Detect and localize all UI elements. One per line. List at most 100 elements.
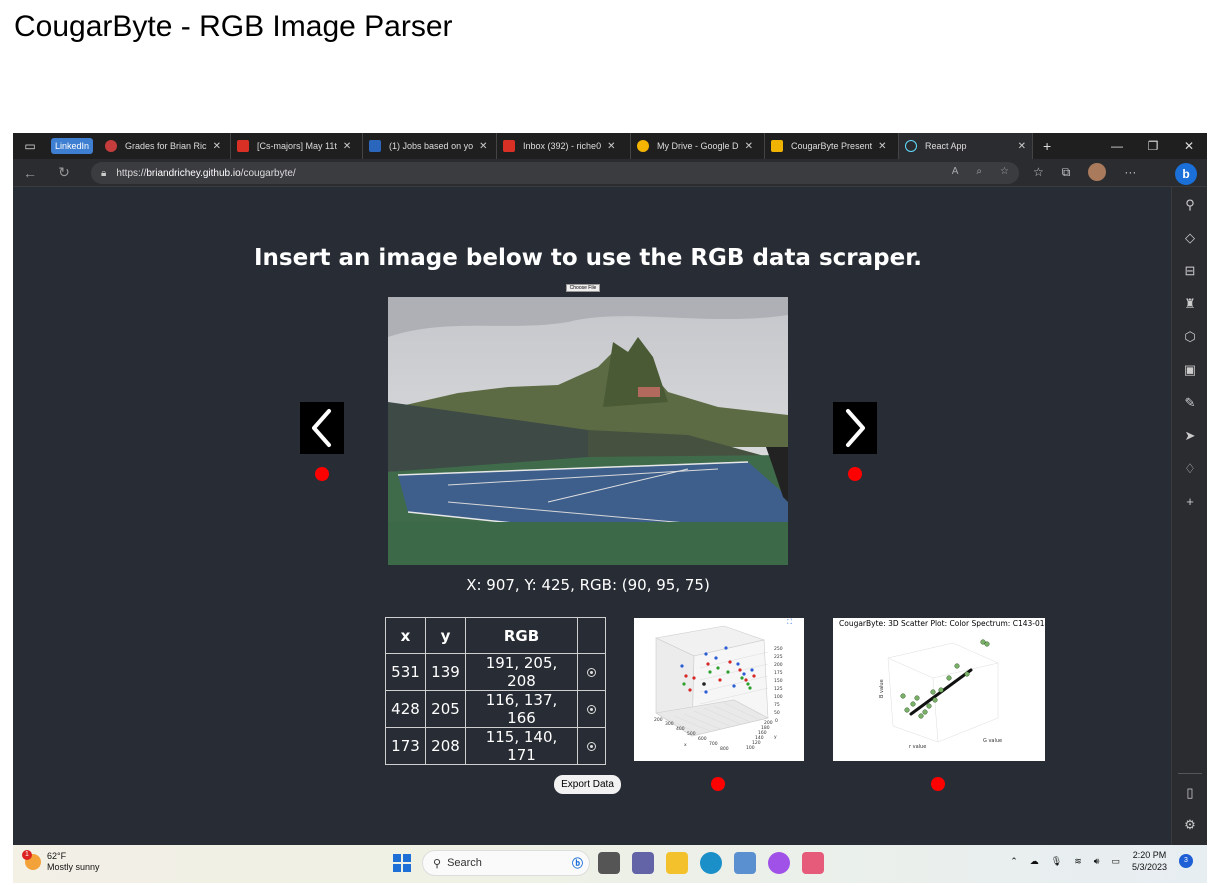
taskbar-apps	[598, 852, 824, 874]
tab-inbox[interactable]: Inbox (392) - riche0 ✕	[497, 133, 632, 159]
y-axis-label: y	[774, 735, 777, 740]
settings-gear-icon[interactable]: ⚙	[1172, 817, 1208, 833]
url-prefix: https://	[116, 167, 147, 179]
tab-label: React App	[925, 141, 967, 151]
slide-title: CougarByte - RGB Image Parser	[14, 10, 453, 43]
tab-label: Grades for Brian Ric	[125, 141, 207, 151]
tab-google-drive[interactable]: My Drive - Google D ✕	[631, 133, 766, 159]
tools-icon[interactable]: ⊟	[1172, 263, 1208, 279]
x-tick: 600	[698, 736, 707, 742]
close-icon[interactable]: ✕	[607, 141, 615, 152]
teams-icon[interactable]	[632, 852, 654, 874]
cell-x: 428	[385, 690, 426, 728]
clock[interactable]: 2:20 PM 5/3/2023	[1132, 849, 1167, 873]
tab-react-app[interactable]: React App ✕	[899, 133, 1034, 159]
red-dot-marker	[711, 777, 725, 791]
snipping-tool-icon[interactable]	[802, 852, 824, 874]
bing-chat-icon[interactable]: b	[1175, 163, 1197, 185]
add-icon[interactable]: +	[1172, 494, 1208, 509]
refresh-icon[interactable]: ↻	[47, 164, 81, 181]
wifi-icon[interactable]: ≋	[1074, 856, 1082, 867]
new-tab-icon[interactable]: +	[1033, 138, 1061, 154]
page-content: Insert an image below to use the RGB dat…	[13, 187, 1171, 845]
close-icon[interactable]: ✕	[878, 141, 886, 152]
restore-icon[interactable]: ❐	[1135, 139, 1171, 153]
microphone-icon[interactable]: 🎙︎	[1051, 856, 1062, 867]
back-arrow-icon[interactable]: ←	[13, 165, 47, 181]
shopping-tag-icon[interactable]: ◇	[1172, 230, 1208, 246]
choose-file-button[interactable]: Choose File	[566, 284, 600, 292]
url-text: https://briandrichey.github.io/cougarbyt…	[116, 168, 295, 179]
games-icon[interactable]: ♜	[1172, 296, 1208, 312]
google-drive-icon	[637, 140, 650, 152]
cell-y: 205	[425, 690, 466, 728]
tab-label: Inbox (392) - riche0	[523, 141, 602, 151]
windows-taskbar: 1 62°F Mostly sunny ⚲ Search ⓑ ⌃ ☁ 🎙︎ ≋ …	[13, 845, 1207, 883]
tab-jobs[interactable]: (1) Jobs based on yo ✕	[363, 133, 498, 159]
next-image-button[interactable]	[833, 402, 877, 454]
close-icon[interactable]: ✕	[343, 141, 351, 152]
url-action-icons: A ⌕ ☆	[952, 166, 1009, 177]
read-aloud-icon[interactable]: A	[952, 166, 959, 177]
export-data-button[interactable]: Export Data	[554, 775, 621, 794]
chevron-up-icon[interactable]: ⌃	[1010, 856, 1018, 867]
close-icon[interactable]: ✕	[745, 141, 753, 152]
volume-icon[interactable]: 🔊︎	[1094, 856, 1100, 867]
send-icon[interactable]: ➤	[1172, 428, 1208, 444]
favorites-icon[interactable]: ☆	[1033, 165, 1044, 179]
file-explorer-icon[interactable]	[666, 852, 688, 874]
url-field[interactable]: 🔒︎ https://briandrichey.github.io/cougar…	[91, 162, 1019, 184]
close-window-icon[interactable]: ✕	[1171, 139, 1207, 153]
office-icon[interactable]: ✎	[1172, 395, 1208, 411]
remove-row-icon[interactable]	[587, 668, 596, 677]
tab-grades[interactable]: Grades for Brian Ric ✕	[99, 133, 232, 159]
task-view-icon[interactable]	[598, 852, 620, 874]
favorite-add-icon[interactable]: ☆	[1000, 166, 1009, 177]
tennis-court-photo[interactable]	[388, 297, 788, 565]
edge-icon[interactable]	[700, 852, 722, 874]
bing-icon: ⓑ	[572, 858, 583, 870]
windows-start-icon[interactable]	[393, 854, 411, 872]
expand-icon[interactable]: ⛶	[787, 619, 792, 627]
close-icon[interactable]: ✕	[213, 141, 221, 152]
previous-image-button[interactable]	[300, 402, 344, 454]
z-axis-label: B value	[879, 679, 885, 698]
messenger-icon[interactable]	[768, 852, 790, 874]
notification-count-badge[interactable]: 3	[1179, 854, 1193, 868]
battery-icon[interactable]: ▭	[1111, 856, 1120, 867]
tab-label: CougarByte Present	[791, 141, 873, 151]
tab-label: (1) Jobs based on yo	[389, 141, 474, 151]
z-tick: 225	[774, 654, 783, 660]
tab-cougarbyte-presentation[interactable]: CougarByte Present ✕	[765, 133, 900, 159]
tab-cs-majors[interactable]: [Cs-majors] May 11t ✕	[231, 133, 364, 159]
cell-y: 208	[425, 727, 466, 765]
sun-icon: 1	[22, 850, 41, 870]
notification-bell-icon[interactable]: ♢	[1172, 461, 1208, 477]
collections-icon[interactable]: ⧉	[1062, 165, 1071, 180]
copilot-icon[interactable]: ⬡	[1172, 329, 1208, 345]
taskbar-search[interactable]: ⚲ Search ⓑ	[422, 850, 590, 876]
minimize-icon[interactable]: —	[1099, 139, 1135, 153]
table-header-row: x y RGB	[385, 617, 606, 654]
weather-widget[interactable]: 1 62°F Mostly sunny	[22, 850, 100, 873]
close-icon[interactable]: ✕	[1018, 141, 1026, 152]
z-tick: 0	[775, 718, 778, 724]
outlook-icon[interactable]: ▣	[1172, 362, 1208, 378]
photos-icon[interactable]	[734, 852, 756, 874]
row-action-cell	[577, 653, 606, 691]
window-menu-icon[interactable]: ▭	[13, 139, 47, 153]
tab-linkedin-pinned[interactable]: LinkedIn	[51, 138, 94, 154]
profile-avatar[interactable]	[1088, 163, 1107, 181]
header-rgb: RGB	[465, 617, 578, 654]
table-row: 173 208 115, 140, 171	[385, 727, 606, 765]
search-icon[interactable]: ⚲	[1172, 197, 1208, 213]
row-action-cell	[577, 690, 606, 728]
more-menu-icon[interactable]: ···	[1124, 165, 1136, 179]
remove-row-icon[interactable]	[587, 705, 596, 714]
row-action-cell	[577, 727, 606, 765]
remove-row-icon[interactable]	[587, 742, 596, 751]
onedrive-icon[interactable]: ☁	[1030, 856, 1039, 867]
split-screen-icon[interactable]: ▯	[1172, 785, 1208, 801]
zoom-icon[interactable]: ⌕	[976, 166, 982, 177]
close-icon[interactable]: ✕	[479, 141, 487, 152]
